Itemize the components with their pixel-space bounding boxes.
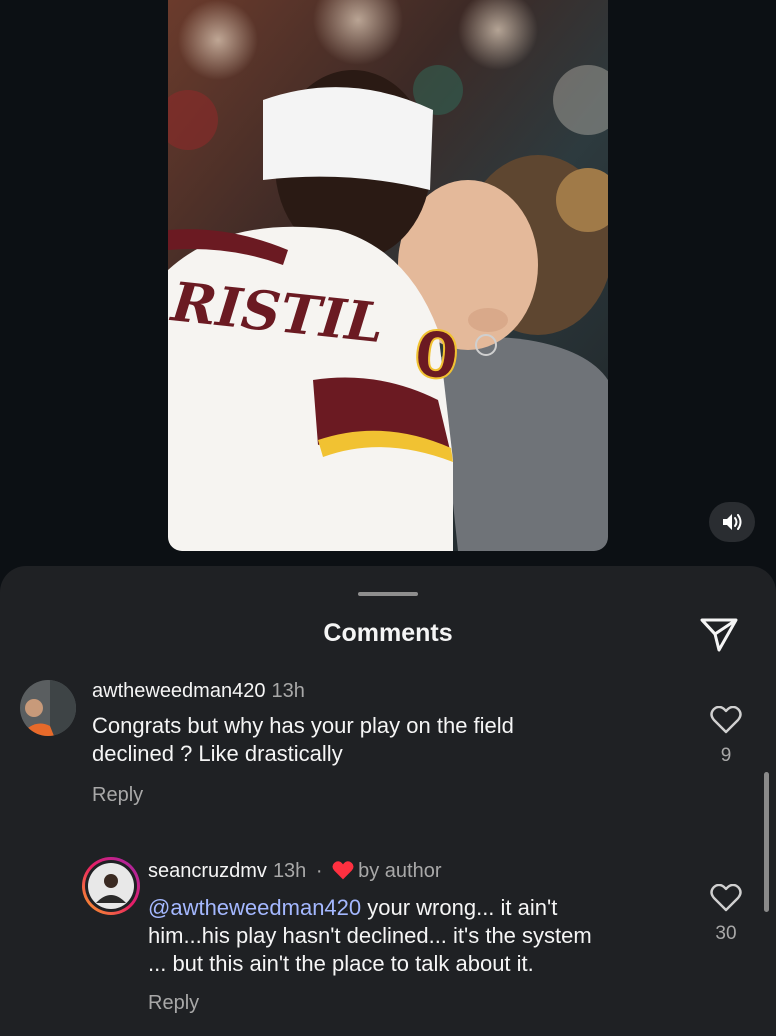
- scrollbar[interactable]: [764, 772, 769, 912]
- like-button[interactable]: 9: [708, 705, 744, 767]
- sheet-grabber[interactable]: [358, 592, 418, 596]
- like-count: 30: [715, 923, 737, 944]
- comment-text: @awtheweedman420 your wrong... it ain't …: [148, 894, 592, 978]
- comment-meta: awtheweedman420 13h: [92, 680, 305, 703]
- heart-icon: [710, 705, 742, 734]
- comment-username[interactable]: seancruzdmv: [148, 860, 267, 882]
- send-icon[interactable]: [698, 616, 740, 654]
- like-button[interactable]: 30: [708, 883, 744, 945]
- sheet-title: Comments: [323, 619, 453, 647]
- comment-line: Congrats but why has your play on the fi…: [92, 713, 514, 738]
- comment-text: Congrats but why has your play on the fi…: [92, 712, 514, 768]
- comment-line-text: your wrong... it ain't: [361, 895, 558, 920]
- author-heart-icon: [332, 861, 354, 880]
- comment-line: him...his play hasn't declined... it's t…: [148, 923, 592, 948]
- post-media-area: RISTIL 0: [0, 0, 776, 580]
- comments-sheet: Comments awtheweedman420 13h Congrats but…: [0, 566, 776, 1036]
- audio-toggle-button[interactable]: [709, 502, 755, 542]
- comment-time: 13h: [271, 680, 305, 702]
- comment-line: declined ? Like drastically: [92, 741, 343, 766]
- avatar[interactable]: [82, 857, 140, 915]
- avatar[interactable]: [20, 680, 76, 736]
- comment-meta: seancruzdmv 13h · by author: [148, 860, 442, 883]
- reply-button[interactable]: Reply: [148, 992, 199, 1015]
- comment-username[interactable]: awtheweedman420: [92, 680, 265, 702]
- meta-separator: ·: [315, 860, 323, 882]
- author-badge: by author: [358, 860, 442, 882]
- comment-time: 13h: [272, 860, 307, 882]
- svg-text:0: 0: [410, 317, 462, 395]
- post-photo[interactable]: RISTIL 0: [168, 0, 608, 551]
- comment-line: ... but this ain't the place to talk abo…: [148, 951, 534, 976]
- reply-button[interactable]: Reply: [92, 784, 143, 807]
- comment-line: @awtheweedman420 your wrong... it ain't: [148, 894, 592, 922]
- mention-link[interactable]: @awtheweedman420: [148, 895, 361, 920]
- speaker-icon: [723, 514, 742, 530]
- heart-icon: [710, 883, 742, 912]
- like-count: 9: [720, 745, 732, 766]
